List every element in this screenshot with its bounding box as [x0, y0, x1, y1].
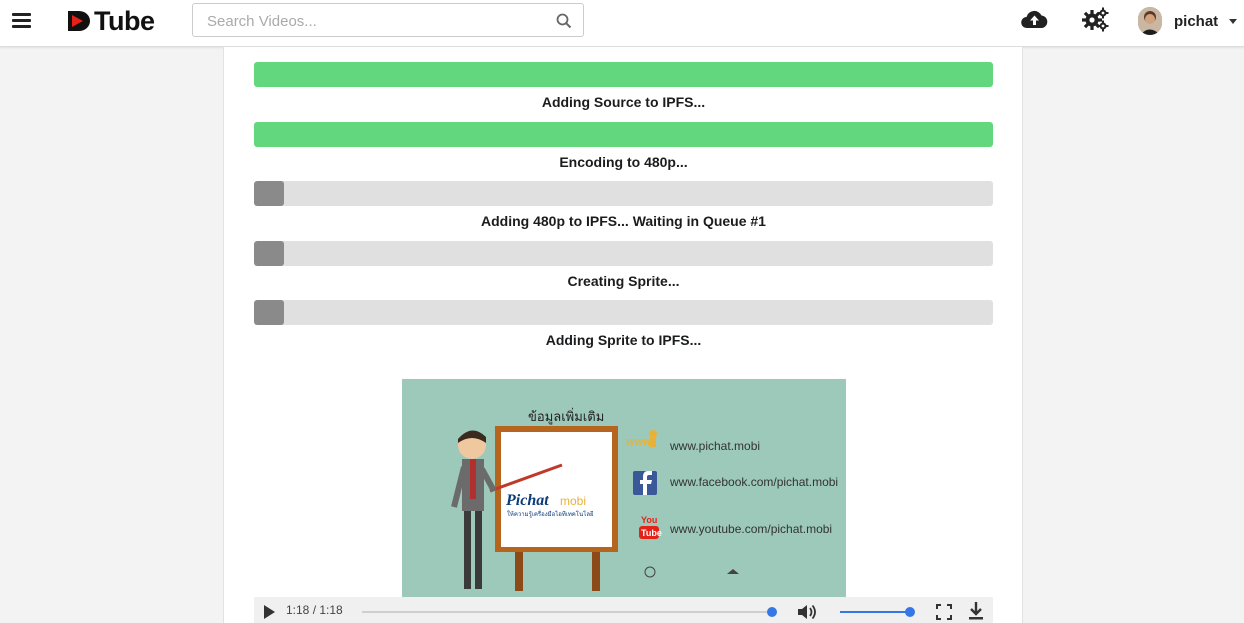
dtube-logo-icon	[68, 11, 90, 31]
www-icon-text: www	[626, 436, 652, 448]
upload-progress-panel: Adding Source to IPFS... Encoding to 480…	[223, 47, 1023, 623]
step-encode-480p: Encoding to 480p...	[254, 122, 993, 172]
user-menu[interactable]: pichat	[1138, 6, 1238, 36]
search-icon[interactable]	[556, 13, 572, 29]
youtube-icon-text: You	[641, 515, 658, 525]
facebook-text: www.facebook.com/pichat.mobi	[670, 475, 839, 489]
avatar	[1138, 7, 1162, 35]
chevron-down-icon	[1229, 18, 1238, 24]
youtube-text: www.youtube.com/pichat.mobi	[670, 522, 833, 536]
play-icon[interactable]	[264, 605, 275, 619]
progress-bar	[254, 122, 993, 147]
step-label: Adding Sprite to IPFS...	[545, 332, 702, 348]
volume-handle[interactable]	[905, 607, 915, 617]
top-navbar: Tube Search Videos... pichat	[0, 0, 1244, 47]
download-icon[interactable]	[967, 601, 985, 621]
step-create-sprite: Creating Sprite...	[254, 241, 993, 291]
progress-fill	[254, 62, 993, 87]
progress-bar	[254, 241, 993, 266]
volume-icon[interactable]	[796, 603, 818, 621]
progress-fill	[254, 122, 993, 147]
step-label: Creating Sprite...	[567, 273, 680, 289]
step-label: Adding Source to IPFS...	[541, 94, 706, 110]
progress-fill	[254, 181, 284, 206]
brand-tagline: ให้ความรู้เครื่องมือไอทีเทคโนโลยี	[507, 512, 594, 518]
dtube-logo[interactable]: Tube	[66, 6, 155, 36]
video-controls: 1:18 / 1:18	[254, 597, 993, 623]
progress-bar	[254, 300, 993, 325]
website-text: www.pichat.mobi	[670, 439, 761, 453]
search-input[interactable]	[207, 11, 537, 31]
volume-slider[interactable]	[840, 607, 915, 617]
step-add-480p: Adding 480p to IPFS... Waiting in Queue …	[254, 181, 993, 231]
step-add-source: Adding Source to IPFS...	[254, 62, 993, 112]
logo-text: Tube	[94, 5, 155, 36]
brand-logo-text: Pichat	[506, 492, 549, 509]
fullscreen-icon[interactable]	[936, 604, 952, 620]
progress-bar	[254, 181, 993, 206]
seek-handle[interactable]	[767, 607, 777, 617]
step-label: Encoding to 480p...	[559, 154, 688, 170]
slide-title: ข้อมูลเพิ่มเติม	[528, 409, 605, 424]
username-label: pichat	[1174, 12, 1219, 30]
progress-fill	[254, 300, 284, 325]
search-box	[192, 3, 584, 37]
time-display: 1:18 / 1:18	[286, 603, 343, 617]
seek-slider[interactable]	[362, 607, 777, 617]
progress-fill	[254, 241, 284, 266]
settings-gears-icon[interactable]	[1082, 7, 1109, 32]
upload-cloud-icon[interactable]	[1021, 8, 1048, 30]
progress-bar	[254, 62, 993, 87]
youtube-icon-text-bottom: Tube	[641, 528, 662, 538]
step-add-sprite: Adding Sprite to IPFS...	[254, 300, 993, 350]
video-preview[interactable]: ข้อมูลเพิ่มเติม www www.pichat.mobi www.…	[402, 379, 846, 597]
brand-logo-suffix: mobi	[560, 494, 587, 508]
menu-icon[interactable]	[12, 10, 32, 30]
step-label: Adding 480p to IPFS... Waiting in Queue …	[481, 213, 766, 229]
